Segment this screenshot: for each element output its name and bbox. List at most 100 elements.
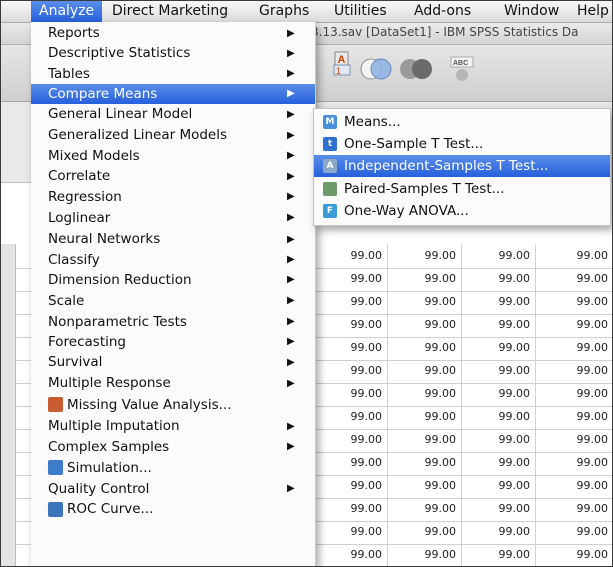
table-cell[interactable]: 99.00	[536, 359, 612, 383]
table-cell[interactable]: 99.00	[388, 244, 462, 268]
analyze-menu-item-regression[interactable]: Regression ▶	[31, 187, 315, 207]
menu-item-label: Complex Samples	[48, 439, 170, 455]
select-cases-icon[interactable]	[399, 53, 433, 83]
table-cell[interactable]: 99.00	[536, 382, 612, 406]
analyze-menu-item-classify[interactable]: Classify ▶	[31, 250, 315, 270]
table-cell[interactable]: 99.00	[536, 428, 612, 452]
submenu-arrow-icon: ▶	[287, 316, 295, 327]
table-cell[interactable]: 99.00	[462, 382, 536, 406]
analyze-menu-item-dimension-reduction[interactable]: Dimension Reduction ▶	[31, 270, 315, 290]
table-cell[interactable]: 99.00	[536, 244, 612, 268]
table-cell[interactable]: 99.00	[388, 543, 462, 566]
table-cell[interactable]: 99.00	[536, 405, 612, 429]
table-cell[interactable]: 99.00	[462, 520, 536, 544]
table-cell[interactable]: 99.00	[536, 290, 612, 314]
analyze-menu-item-quality-control[interactable]: Quality Control ▶	[31, 479, 315, 499]
table-cell[interactable]: 99.00	[315, 244, 388, 268]
table-cell[interactable]: 99.00	[315, 451, 388, 475]
submenu-item-one-sample-t-test[interactable]: t One-Sample T Test...	[314, 133, 610, 155]
table-cell[interactable]: 99.00	[536, 451, 612, 475]
table-cell[interactable]: 99.00	[388, 474, 462, 498]
table-cell[interactable]: 99.00	[315, 313, 388, 337]
table-cell[interactable]: 99.00	[462, 405, 536, 429]
table-cell[interactable]: 99.00	[536, 313, 612, 337]
insert-cases-icon[interactable]: A 1	[331, 51, 353, 77]
analyze-menu-item-mixed-models[interactable]: Mixed Models ▶	[31, 146, 315, 166]
table-cell[interactable]: 99.00	[388, 405, 462, 429]
table-cell[interactable]: 99.00	[388, 336, 462, 360]
submenu-item-one-way-anova[interactable]: F One-Way ANOVA...	[314, 200, 610, 222]
analyze-menu-item-general-linear-model[interactable]: General Linear Model ▶	[31, 104, 315, 125]
menu-utilities[interactable]: Utilities	[334, 1, 387, 22]
table-cell[interactable]: 99.00	[315, 267, 388, 291]
menu-graphs[interactable]: Graphs	[259, 1, 309, 22]
analyze-menu-item-simulation[interactable]: Simulation...	[31, 457, 315, 479]
table-cell[interactable]: 99.00	[388, 359, 462, 383]
menu-help[interactable]: Help	[577, 1, 609, 22]
table-cell[interactable]: 99.00	[388, 313, 462, 337]
analyze-menu-item-forecasting[interactable]: Forecasting ▶	[31, 332, 315, 352]
table-cell[interactable]: 99.00	[462, 451, 536, 475]
table-cell[interactable]: 99.00	[536, 520, 612, 544]
analyze-menu-item-neural-networks[interactable]: Neural Networks ▶	[31, 229, 315, 250]
table-cell[interactable]: 99.00	[388, 382, 462, 406]
table-cell[interactable]: 99.00	[536, 474, 612, 498]
table-cell[interactable]: 99.00	[315, 382, 388, 406]
analyze-menu-item-compare-means[interactable]: Compare Means ▶	[31, 84, 315, 104]
analyze-menu-item-multiple-response[interactable]: Multiple Response ▶	[31, 373, 315, 394]
analyze-menu-item-multiple-imputation[interactable]: Multiple Imputation ▶	[31, 416, 315, 437]
table-cell[interactable]: 99.00	[388, 267, 462, 291]
submenu-item-means[interactable]: M Means...	[314, 111, 610, 133]
menu-add-ons[interactable]: Add-ons	[414, 1, 471, 22]
table-cell[interactable]: 99.00	[315, 474, 388, 498]
table-cell[interactable]: 99.00	[315, 336, 388, 360]
value-labels-icon[interactable]: ABC	[449, 53, 475, 83]
analyze-menu-item-reports[interactable]: Reports ▶	[31, 24, 315, 43]
table-cell[interactable]: 99.00	[536, 497, 612, 521]
table-cell[interactable]: 99.00	[315, 428, 388, 452]
table-cell[interactable]: 99.00	[462, 336, 536, 360]
analyze-menu-item-nonparametric-tests[interactable]: Nonparametric Tests ▶	[31, 312, 315, 332]
table-cell[interactable]: 99.00	[315, 359, 388, 383]
table-cell[interactable]: 99.00	[462, 290, 536, 314]
menu-window[interactable]: Window	[504, 1, 559, 22]
table-cell[interactable]: 99.00	[315, 290, 388, 314]
table-cell[interactable]: 99.00	[462, 474, 536, 498]
table-cell[interactable]: 99.00	[388, 451, 462, 475]
analyze-menu-item-descriptive-statistics[interactable]: Descriptive Statistics ▶	[31, 43, 315, 64]
table-cell[interactable]: 99.00	[462, 428, 536, 452]
submenu-item-independent-samples-t-test[interactable]: A Independent-Samples T Test...	[314, 155, 610, 177]
table-cell[interactable]: 99.00	[388, 520, 462, 544]
table-cell[interactable]: 99.00	[388, 290, 462, 314]
menu-direct-marketing[interactable]: Direct Marketing	[112, 1, 228, 22]
menu-analyze[interactable]: Analyze	[31, 1, 103, 22]
table-cell[interactable]: 99.00	[462, 313, 536, 337]
table-cell[interactable]: 99.00	[315, 405, 388, 429]
table-cell[interactable]: 99.00	[462, 359, 536, 383]
menu-item-label: Simulation...	[67, 460, 152, 476]
analyze-menu-item-loglinear[interactable]: Loglinear ▶	[31, 207, 315, 229]
table-cell[interactable]: 99.00	[536, 267, 612, 291]
table-cell[interactable]: 99.00	[462, 543, 536, 566]
analyze-menu-item-tables[interactable]: Tables ▶	[31, 64, 315, 84]
analyze-menu-item-generalized-linear-models[interactable]: Generalized Linear Models ▶	[31, 125, 315, 146]
table-cell[interactable]: 99.00	[315, 497, 388, 521]
weight-cases-icon[interactable]	[359, 53, 393, 83]
table-cell[interactable]: 99.00	[536, 336, 612, 360]
table-cell[interactable]: 99.00	[315, 543, 388, 566]
analyze-menu-item-correlate[interactable]: Correlate ▶	[31, 166, 315, 187]
table-cell[interactable]: 99.00	[388, 428, 462, 452]
analyze-menu-item-missing-value-analysis[interactable]: Missing Value Analysis...	[31, 394, 315, 416]
submenu-item-paired-samples-t-test[interactable]: Paired-Samples T Test...	[314, 178, 610, 200]
submenu-arrow-icon: ▶	[287, 191, 295, 202]
analyze-menu-item-scale[interactable]: Scale ▶	[31, 290, 315, 312]
analyze-menu-item-complex-samples[interactable]: Complex Samples ▶	[31, 437, 315, 457]
table-cell[interactable]: 99.00	[462, 267, 536, 291]
table-cell[interactable]: 99.00	[462, 244, 536, 268]
analyze-menu-item-survival[interactable]: Survival ▶	[31, 352, 315, 373]
analyze-menu-item-roc-curve[interactable]: ROC Curve...	[31, 499, 315, 520]
table-cell[interactable]: 99.00	[388, 497, 462, 521]
table-cell[interactable]: 99.00	[536, 543, 612, 566]
table-cell[interactable]: 99.00	[315, 520, 388, 544]
table-cell[interactable]: 99.00	[462, 497, 536, 521]
